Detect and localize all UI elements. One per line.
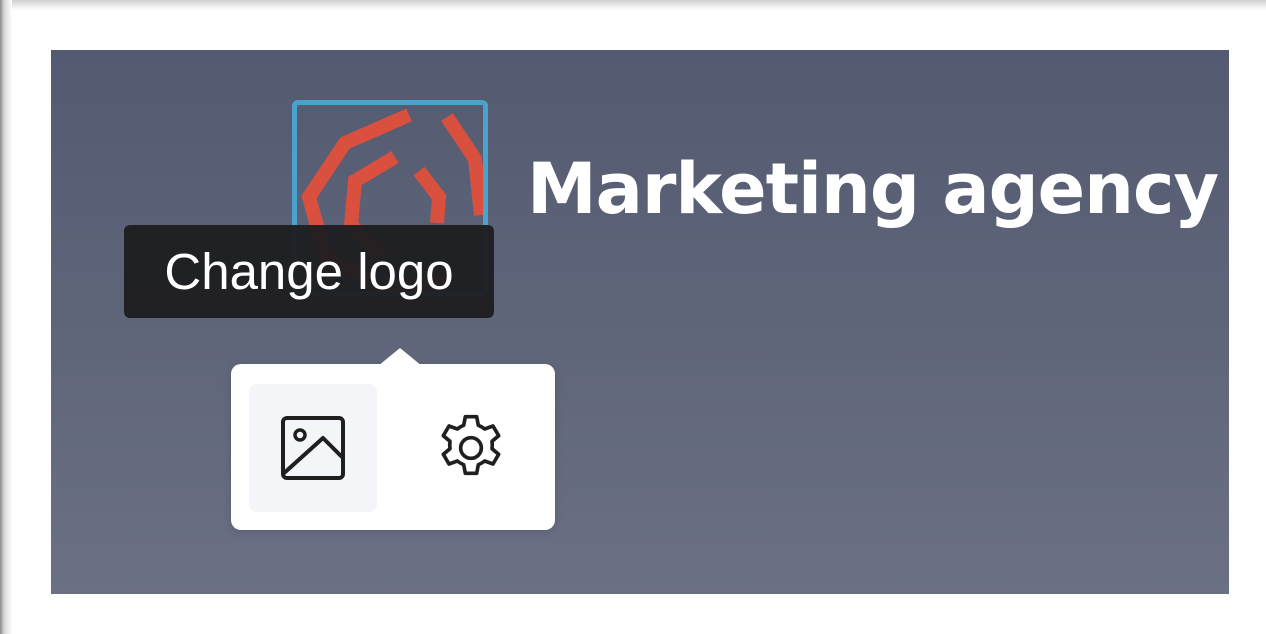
logo-actions-popover xyxy=(231,348,555,530)
screenshot-frame: Marketing agency Change logo xyxy=(0,0,1266,634)
popover-arrow xyxy=(378,348,422,366)
header-banner: Marketing agency Change logo xyxy=(51,50,1229,594)
image-icon xyxy=(281,416,345,480)
change-logo-tooltip: Change logo xyxy=(124,225,494,318)
change-logo-image-button[interactable] xyxy=(249,384,377,512)
frame-shadow-left xyxy=(0,0,12,634)
frame-shadow-top xyxy=(0,0,1266,10)
logo-settings-button[interactable] xyxy=(407,384,535,512)
brand-title[interactable]: Marketing agency xyxy=(527,154,1219,224)
gear-icon xyxy=(441,414,501,476)
